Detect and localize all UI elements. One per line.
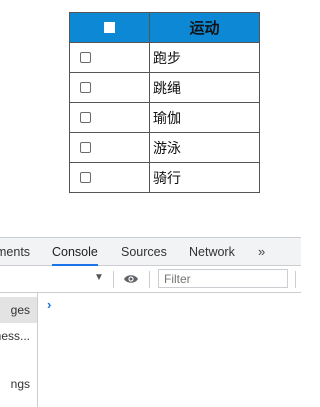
- context-dropdown-arrow-icon[interactable]: ▼: [94, 272, 104, 283]
- table-row: 跳绳: [69, 72, 260, 103]
- devtools-panel: ments Console Sources Network » ▼ ges ne…: [0, 237, 301, 407]
- tab-network[interactable]: Network: [189, 238, 235, 266]
- row-checkbox[interactable]: [80, 81, 91, 93]
- row-checkbox[interactable]: [80, 51, 91, 63]
- table-row: 瑜伽: [69, 102, 260, 133]
- table-row: 游泳: [69, 132, 260, 163]
- sports-table: 运动 跑步 跳绳 瑜伽 游泳 骑行: [69, 12, 260, 193]
- row-checkbox-cell: [69, 42, 150, 73]
- sidebar-item-label: ges: [10, 303, 30, 317]
- row-label: 游泳: [149, 132, 260, 163]
- tab-sources[interactable]: Sources: [121, 238, 167, 266]
- console-toolbar: ▼: [0, 266, 301, 293]
- table-row: 骑行: [69, 162, 260, 193]
- eye-icon[interactable]: [123, 273, 139, 285]
- row-label: 骑行: [149, 162, 260, 193]
- filter-input[interactable]: [158, 269, 288, 288]
- row-label: 瑜伽: [149, 102, 260, 133]
- row-checkbox[interactable]: [80, 111, 91, 123]
- more-tabs-icon[interactable]: »: [258, 238, 265, 266]
- select-all-checkbox[interactable]: [69, 12, 150, 43]
- tab-elements[interactable]: ments: [0, 238, 30, 266]
- sidebar-item-messages[interactable]: ges: [0, 297, 37, 323]
- console-prompt-icon[interactable]: ›: [47, 297, 51, 312]
- select-all-box[interactable]: [104, 21, 115, 33]
- sidebar-item-label: ngs: [10, 377, 30, 391]
- row-label: 跑步: [149, 42, 260, 73]
- devtools-tabbar: ments Console Sources Network »: [0, 237, 301, 266]
- row-checkbox-cell: [69, 102, 150, 133]
- console-sidebar: ges ness... ngs: [0, 293, 38, 407]
- toolbar-right-edge: [295, 271, 302, 288]
- tab-console[interactable]: Console: [52, 238, 98, 266]
- table-row: 跑步: [69, 42, 260, 73]
- row-checkbox-cell: [69, 132, 150, 163]
- toolbar-divider: [149, 271, 150, 288]
- row-checkbox-cell: [69, 162, 150, 193]
- row-checkbox-cell: [69, 72, 150, 103]
- sidebar-item-warnings[interactable]: ngs: [0, 371, 37, 397]
- toolbar-divider: [113, 271, 114, 288]
- row-label: 跳绳: [149, 72, 260, 103]
- row-checkbox[interactable]: [80, 171, 91, 183]
- sidebar-item-business[interactable]: ness...: [0, 323, 37, 349]
- header-label: 运动: [149, 12, 260, 43]
- sidebar-item-label: ness...: [0, 329, 30, 343]
- table-header-row: 运动: [69, 12, 260, 43]
- row-checkbox[interactable]: [80, 141, 91, 153]
